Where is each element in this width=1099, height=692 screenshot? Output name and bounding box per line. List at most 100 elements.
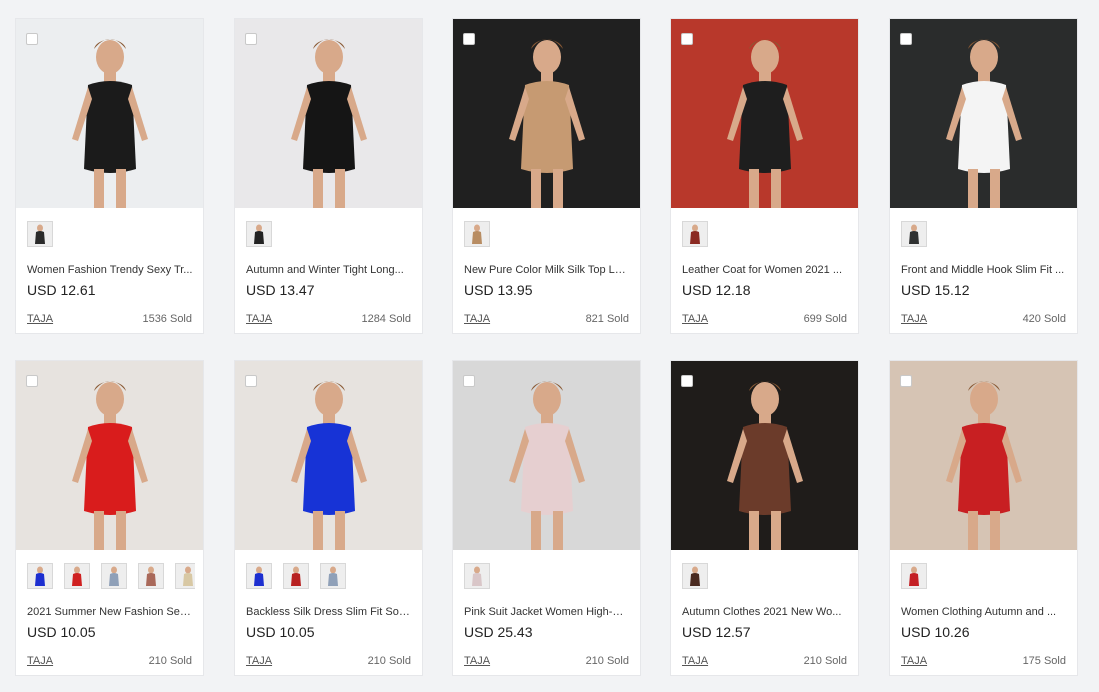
product-title[interactable]: Backless Silk Dress Slim Fit Soci... [246, 606, 412, 618]
store-link[interactable]: TAJA [246, 655, 272, 667]
product-image[interactable] [671, 361, 858, 550]
variant-thumbnail[interactable] [246, 563, 272, 589]
product-title[interactable]: Autumn Clothes 2021 New Wo... [682, 606, 848, 618]
variant-thumbnail[interactable] [682, 563, 708, 589]
model-figure [946, 39, 1022, 208]
product-price: USD 13.47 [246, 282, 315, 298]
product-image[interactable] [671, 19, 858, 208]
sold-count: 210 Sold [148, 655, 192, 667]
store-link[interactable]: TAJA [27, 313, 53, 325]
store-link[interactable]: TAJA [464, 313, 490, 325]
variant-thumbnail[interactable] [464, 563, 490, 589]
variant-thumbnail[interactable] [27, 221, 53, 247]
select-checkbox[interactable] [26, 375, 38, 387]
product-image[interactable] [890, 361, 1077, 550]
variant-thumbnails [27, 221, 195, 249]
sold-count: 1536 Sold [142, 313, 192, 325]
variant-thumbnail[interactable] [320, 563, 346, 589]
sold-count: 210 Sold [803, 655, 847, 667]
product-title[interactable]: 2021 Summer New Fashion Sex... [27, 606, 193, 618]
model-figure [509, 39, 585, 208]
product-image[interactable] [235, 361, 422, 550]
product-card[interactable]: New Pure Color Milk Silk Top Lo... USD 13… [452, 18, 641, 334]
select-checkbox[interactable] [245, 33, 257, 45]
product-title[interactable]: New Pure Color Milk Silk Top Lo... [464, 264, 630, 276]
store-link[interactable]: TAJA [901, 313, 927, 325]
sold-count: 420 Sold [1022, 313, 1066, 325]
variant-thumbnails [464, 221, 632, 249]
store-link[interactable]: TAJA [27, 655, 53, 667]
select-checkbox[interactable] [26, 33, 38, 45]
product-card[interactable]: Backless Silk Dress Slim Fit Soci... USD … [234, 360, 423, 676]
product-image[interactable] [453, 19, 640, 208]
variant-thumbnails [901, 221, 1069, 249]
product-card[interactable]: Women Clothing Autumn and ... USD 10.26 TA… [889, 360, 1078, 676]
product-title[interactable]: Women Fashion Trendy Sexy Tr... [27, 264, 193, 276]
product-price: USD 15.12 [901, 282, 970, 298]
store-link[interactable]: TAJA [682, 655, 708, 667]
product-title[interactable]: Autumn and Winter Tight Long... [246, 264, 412, 276]
variant-thumbnail[interactable] [175, 563, 195, 589]
product-price: USD 12.18 [682, 282, 751, 298]
product-price: USD 12.61 [27, 282, 96, 298]
model-figure [291, 39, 367, 208]
variant-thumbnail[interactable] [27, 563, 53, 589]
variant-thumbnail[interactable] [464, 221, 490, 247]
variant-thumbnails [682, 563, 850, 591]
product-title[interactable]: Women Clothing Autumn and ... [901, 606, 1067, 618]
product-title[interactable]: Leather Coat for Women 2021 ... [682, 264, 848, 276]
product-image[interactable] [16, 19, 203, 208]
select-checkbox[interactable] [463, 375, 475, 387]
select-checkbox[interactable] [463, 33, 475, 45]
variant-thumbnails [27, 563, 195, 591]
store-link[interactable]: TAJA [901, 655, 927, 667]
sold-count: 210 Sold [367, 655, 411, 667]
product-price: USD 13.95 [464, 282, 533, 298]
select-checkbox[interactable] [245, 375, 257, 387]
product-image[interactable] [16, 361, 203, 550]
variant-thumbnail[interactable] [246, 221, 272, 247]
product-card[interactable]: Women Fashion Trendy Sexy Tr... USD 12.61… [15, 18, 204, 334]
variant-thumbnails [464, 563, 632, 591]
store-link[interactable]: TAJA [246, 313, 272, 325]
model-figure [946, 381, 1022, 550]
store-link[interactable]: TAJA [682, 313, 708, 325]
sold-count: 210 Sold [585, 655, 629, 667]
product-grid: Women Fashion Trendy Sexy Tr... USD 12.61… [0, 0, 1099, 692]
model-figure [727, 39, 803, 208]
product-card[interactable]: Autumn and Winter Tight Long... USD 13.47… [234, 18, 423, 334]
product-price: USD 10.26 [901, 624, 970, 640]
product-card[interactable]: 2021 Summer New Fashion Sex... USD 10.05 T… [15, 360, 204, 676]
variant-thumbnails [246, 221, 414, 249]
select-checkbox[interactable] [900, 33, 912, 45]
product-image[interactable] [235, 19, 422, 208]
select-checkbox[interactable] [900, 375, 912, 387]
variant-thumbnail[interactable] [901, 563, 927, 589]
product-card[interactable]: Autumn Clothes 2021 New Wo... USD 12.57 TA… [670, 360, 859, 676]
variant-thumbnail[interactable] [101, 563, 127, 589]
variant-thumbnail[interactable] [682, 221, 708, 247]
product-card[interactable]: Pink Suit Jacket Women High-G... USD 25.4… [452, 360, 641, 676]
sold-count: 1284 Sold [361, 313, 411, 325]
store-link[interactable]: TAJA [464, 655, 490, 667]
variant-thumbnail[interactable] [283, 563, 309, 589]
product-title[interactable]: Pink Suit Jacket Women High-G... [464, 606, 630, 618]
variant-thumbnails [246, 563, 414, 591]
select-checkbox[interactable] [681, 375, 693, 387]
product-price: USD 12.57 [682, 624, 751, 640]
variant-thumbnail[interactable] [64, 563, 90, 589]
variant-thumbnails [682, 221, 850, 249]
model-figure [727, 381, 803, 550]
select-checkbox[interactable] [681, 33, 693, 45]
product-price: USD 10.05 [246, 624, 315, 640]
product-card[interactable]: Leather Coat for Women 2021 ... USD 12.18… [670, 18, 859, 334]
variant-thumbnail[interactable] [138, 563, 164, 589]
model-figure [291, 381, 367, 550]
product-card[interactable]: Front and Middle Hook Slim Fit ... USD 15… [889, 18, 1078, 334]
model-figure [509, 381, 585, 550]
product-price: USD 25.43 [464, 624, 533, 640]
product-image[interactable] [453, 361, 640, 550]
product-image[interactable] [890, 19, 1077, 208]
product-title[interactable]: Front and Middle Hook Slim Fit ... [901, 264, 1067, 276]
variant-thumbnail[interactable] [901, 221, 927, 247]
